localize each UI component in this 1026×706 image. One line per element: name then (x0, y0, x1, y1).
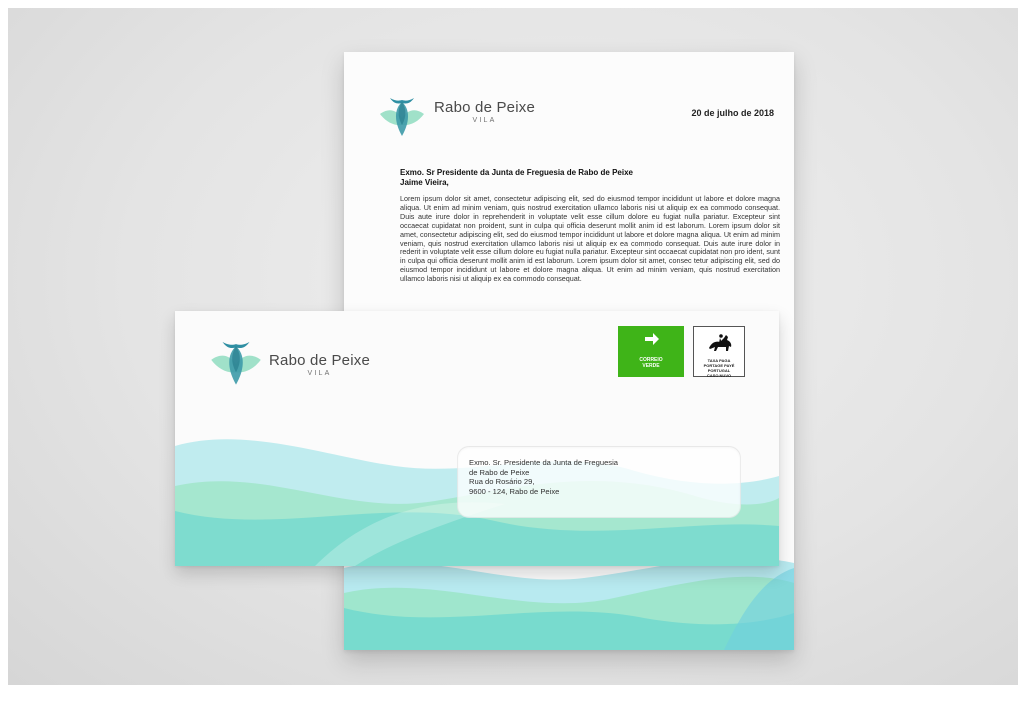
brand-name: Rabo de Peixe (434, 99, 536, 116)
correio-verde-stamp: CORREIO VERDE (618, 326, 684, 377)
horse-rider-icon (709, 334, 732, 351)
letter-brand: Rabo de Peixe VILA (434, 99, 535, 124)
address-line: Exmo. Sr. Presidente da Junta de Fregues… (469, 458, 619, 467)
envelope: Rabo de Peixe VILA CORREIO VERDE TAXA PA… (175, 311, 779, 566)
whale-tail-logo-icon (380, 98, 424, 136)
letter-recipient: Exmo. Sr Presidente da Junta de Freguesi… (400, 168, 780, 188)
recipient-address: Exmo. Sr. Presidente da Junta de Fregues… (469, 458, 618, 496)
address-line: 9600 - 124, Rabo de Peixe (469, 486, 560, 496)
brand-subtitle: VILA (472, 117, 497, 124)
recipient-line-1: Exmo. Sr Presidente da Junta de Freguesi… (400, 168, 633, 177)
postage-paid-label: TAXA PAGA PORTAGE PAYÉ PORTUGAL CASO NUV… (703, 358, 735, 378)
envelope-brand: Rabo de Peixe VILA (269, 352, 370, 377)
postage-paid-stamp: TAXA PAGA PORTAGE PAYÉ PORTUGAL CASO NUV… (693, 326, 745, 378)
arrow-right-icon (645, 333, 659, 345)
letter-date: 20 de julho de 2018 (691, 108, 774, 118)
whale-tail-logo-icon (211, 341, 261, 385)
background-surface: Rabo de Peixe VILA 20 de julho de 2018 E… (8, 8, 1018, 685)
address-window: Exmo. Sr. Presidente da Junta de Fregues… (457, 446, 741, 518)
letter-body: Lorem ipsum dolor sit amet, consectetur … (400, 194, 780, 284)
address-line: de Rabo de Peixe (469, 467, 530, 477)
correio-verde-label: CORREIO VERDE (639, 357, 663, 369)
address-line: Rua do Rosário 29, (469, 477, 535, 487)
recipient-line-2: Jaime Vieira, (400, 178, 449, 187)
brand-subtitle: VILA (307, 370, 332, 377)
brand-name: Rabo de Peixe (269, 352, 371, 369)
